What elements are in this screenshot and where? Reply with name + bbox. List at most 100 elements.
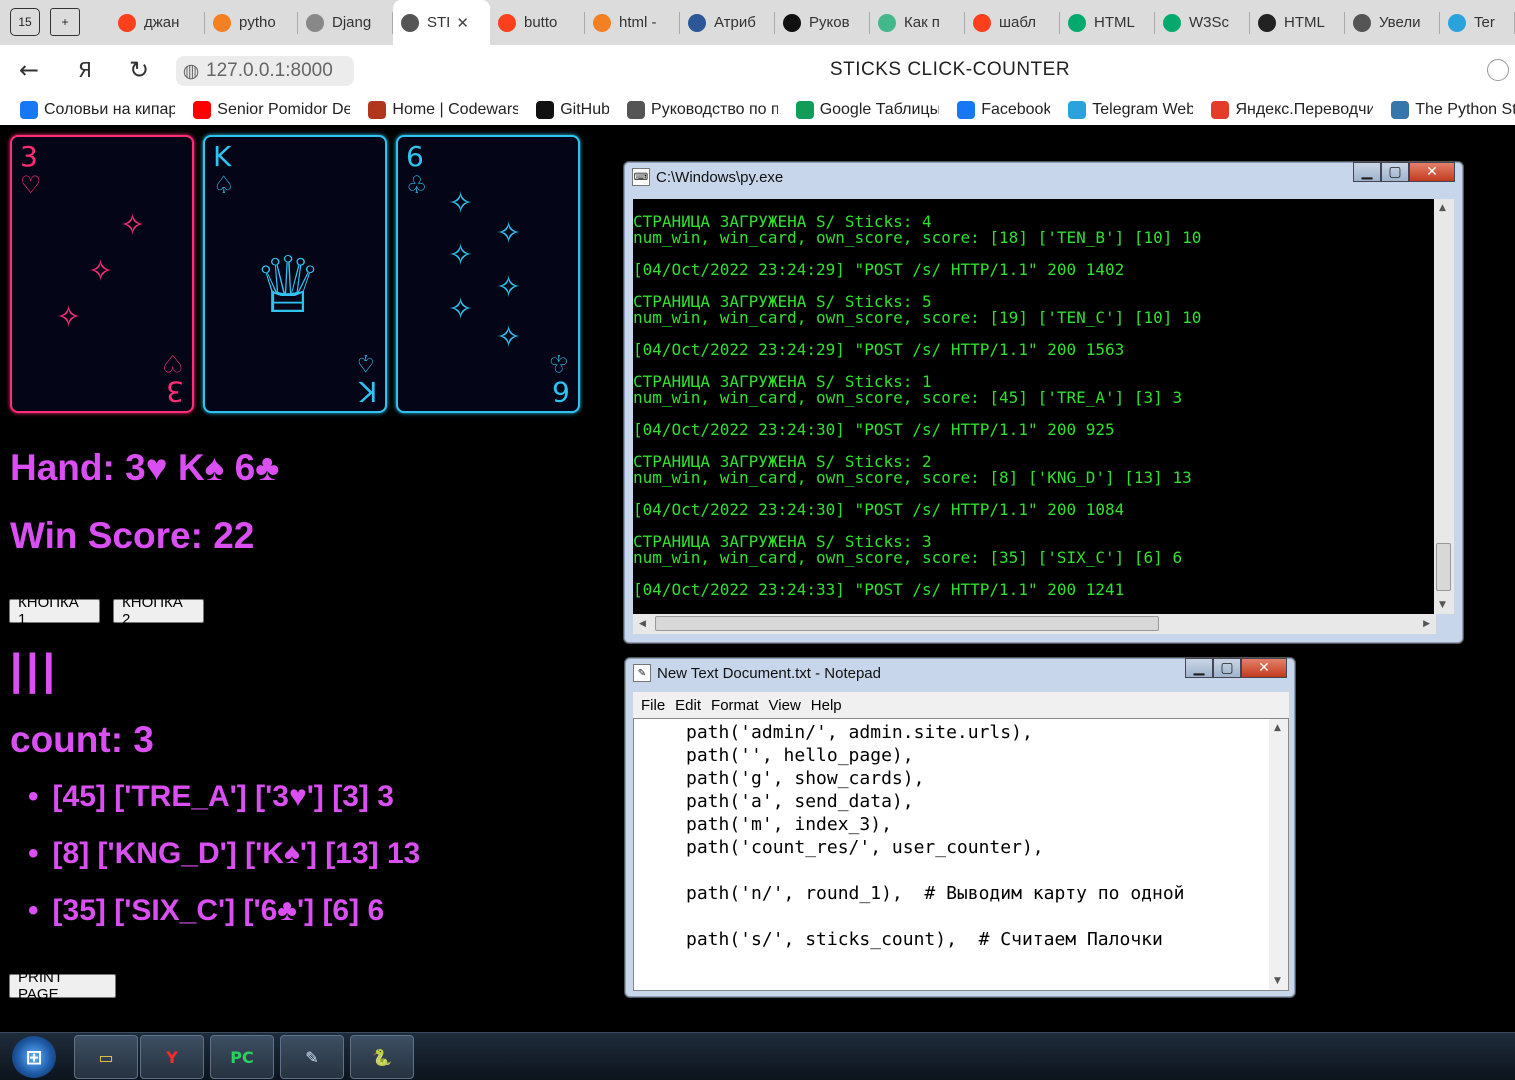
bookmark-item[interactable]: Соловьи на кипар (20, 101, 175, 119)
bookmark-item[interactable]: Home | Codewars (368, 101, 518, 119)
scroll-right-icon[interactable]: ▶ (1423, 619, 1430, 629)
browser-tab[interactable]: Руков (775, 0, 870, 45)
console-line: [04/Oct/2022 23:24:33] "POST /s/ HTTP/1.… (633, 580, 1125, 599)
notepad-line: path('count_res/', user_counter), (686, 837, 1044, 858)
bookmark-item[interactable]: Руководство по п (627, 101, 778, 119)
folder-icon[interactable]: ▭ (74, 1035, 138, 1079)
browser-tab[interactable]: butto (490, 0, 585, 45)
browser-tab[interactable]: W3Sc (1155, 0, 1250, 45)
bookmark-item[interactable]: The Python St (1391, 101, 1515, 119)
browser-tab[interactable]: Ter (1440, 0, 1515, 45)
youtube-icon (193, 101, 212, 119)
maximize-icon[interactable]: ▢ (1381, 162, 1409, 182)
menu-view[interactable]: View (769, 697, 801, 714)
star-pip-icon: ✧ (496, 270, 522, 305)
browser-tab[interactable]: Djang (298, 0, 393, 45)
card-rank: K (213, 140, 232, 173)
vertical-scrollbar[interactable]: ▲ ▼ (1269, 719, 1288, 990)
print-page-button[interactable]: PRINT PAGE (9, 969, 116, 1003)
scroll-left-icon[interactable]: ◀ (639, 619, 646, 629)
scroll-down-icon[interactable]: ▼ (1274, 976, 1281, 986)
menu-format[interactable]: Format (711, 697, 759, 714)
browser-tab[interactable]: pytho (205, 0, 298, 45)
star-pip-icon: ✧ (448, 238, 474, 273)
minimize-icon[interactable]: ▁ (1185, 658, 1213, 678)
profile-icon[interactable] (1487, 59, 1509, 81)
bookmark-item[interactable]: Google Таблицы (795, 101, 939, 119)
notepad-line: path('admin/', admin.site.urls), (686, 722, 1033, 743)
notepad-text-area[interactable]: path('admin/', admin.site.urls), path('',… (633, 718, 1289, 991)
hand-heading: Hand: 3♥ K♠ 6♣ (10, 447, 280, 488)
tab-counter-icon[interactable]: 15 (10, 8, 40, 36)
tab-label: butto (524, 14, 558, 31)
card-rank: 3 (20, 140, 38, 173)
browser-tab[interactable]: HTML (1060, 0, 1155, 45)
tab-label: HTML (1094, 14, 1135, 31)
console-line: [04/Oct/2022 23:24:29] "POST /s/ HTTP/1.… (633, 340, 1125, 359)
browser-tab[interactable]: html - (585, 0, 680, 45)
button-1[interactable]: КНОПКА 1 (9, 594, 100, 628)
yandex-logo-icon[interactable]: Я (70, 55, 100, 85)
scroll-down-icon[interactable]: ▼ (1439, 600, 1446, 610)
bookmark-label: Senior Pomidor De (217, 101, 351, 118)
close-icon[interactable]: ✕ (1241, 658, 1287, 678)
console-window[interactable]: ⌨ C:\Windows\py.exe ▁ ▢ ✕ СТРАНИЦА ЗАГРУ… (623, 161, 1464, 644)
card-3-hearts: 3 ♡ ✧ ✧ ✧ ♡ 3 (10, 135, 194, 413)
scroll-up-icon[interactable]: ▲ (1439, 203, 1446, 213)
reload-icon[interactable]: ↻ (124, 55, 154, 85)
browser-tab[interactable]: STI ✕ (393, 0, 490, 45)
browser-tab[interactable]: HTML (1250, 0, 1345, 45)
scroll-up-icon[interactable]: ▲ (1274, 723, 1281, 733)
scroll-thumb[interactable] (1436, 543, 1451, 591)
url-field[interactable]: ◍ 127.0.0.1:8000 (176, 56, 354, 86)
stackoverflow-icon (593, 13, 611, 32)
console-line: [04/Oct/2022 23:24:30] "POST /s/ HTTP/1.… (633, 420, 1115, 439)
bookmark-item[interactable]: Telegram Web (1068, 101, 1193, 119)
vertical-scrollbar[interactable]: ▲ ▼ (1434, 199, 1454, 614)
new-tab-icon[interactable]: + (50, 8, 80, 36)
stackoverflow-icon (213, 13, 231, 32)
console-output[interactable]: СТРАНИЦА ЗАГРУЖЕНА S/ Sticks: 4 num_win, … (633, 199, 1436, 614)
notepad-icon: ✎ (633, 664, 651, 682)
menu-help[interactable]: Help (811, 697, 842, 714)
menu-file[interactable]: File (641, 697, 665, 714)
notepad-line: path('s/', sticks_count), # Считаем Пало… (686, 929, 1163, 950)
bookmark-item[interactable]: Facebook (957, 101, 1050, 119)
bookmark-label: Яндекс.Переводчи (1235, 101, 1374, 118)
console-line: [04/Oct/2022 23:24:30] "POST /s/ HTTP/1.… (633, 500, 1125, 519)
notepad-window[interactable]: ✎ New Text Document.txt - Notepad ▁ ▢ ✕ … (624, 657, 1296, 998)
browser-tab[interactable]: Увели (1345, 0, 1440, 45)
count-heading: count: 3 (10, 719, 154, 760)
notepad-icon[interactable]: ✎ (280, 1035, 344, 1079)
tab-label: Ter (1474, 14, 1495, 31)
bookmark-item[interactable]: Senior Pomidor De (193, 101, 350, 119)
browser-tab[interactable]: Атриб (680, 0, 775, 45)
notepad-menu-bar: File Edit Format View Help (633, 692, 1289, 718)
results-list: [45] ['TRE_A'] ['3♥'] [3] 3 [8] ['KNG_D'… (28, 780, 421, 951)
bookmark-item[interactable]: Яндекс.Переводчи (1211, 101, 1373, 119)
bookmark-item[interactable]: GitHub (536, 101, 609, 119)
back-arrow-icon[interactable]: ← (14, 55, 44, 85)
browser-tab[interactable]: джан (110, 0, 205, 45)
start-button[interactable]: ⊞ (12, 1036, 56, 1078)
yandex-browser-icon[interactable]: Y (140, 1035, 204, 1079)
scroll-thumb[interactable] (655, 616, 1159, 631)
python-launcher-icon[interactable]: 🐍 (350, 1035, 414, 1079)
button-2[interactable]: КНОПКА 2 (113, 594, 204, 628)
browser-tab[interactable]: шабл (965, 0, 1060, 45)
sheets-icon (795, 101, 814, 119)
maximize-icon[interactable]: ▢ (1213, 658, 1241, 678)
notepad-title: New Text Document.txt - Notepad (657, 664, 881, 682)
browser-tab[interactable]: Как п (870, 0, 965, 45)
star-pip-icon: ✧ (88, 254, 114, 289)
bookmark-label: Home | Codewars (392, 101, 519, 118)
close-icon[interactable]: ✕ (1409, 162, 1455, 182)
horizontal-scrollbar[interactable]: ◀ ▶ (633, 614, 1436, 634)
tab-label: Атриб (714, 14, 756, 31)
menu-edit[interactable]: Edit (675, 697, 701, 714)
console-line: num_win, win_card, own_score, score: [8]… (633, 468, 1192, 487)
minimize-icon[interactable]: ▁ (1353, 162, 1381, 182)
card-6-clubs: 6 ♧ ✧ ✧ ✧ ✧ ✧ ✧ ♧ 6 (396, 135, 580, 413)
pycharm-icon[interactable]: PC (210, 1035, 274, 1079)
tab-close-icon[interactable]: ✕ (456, 14, 469, 32)
